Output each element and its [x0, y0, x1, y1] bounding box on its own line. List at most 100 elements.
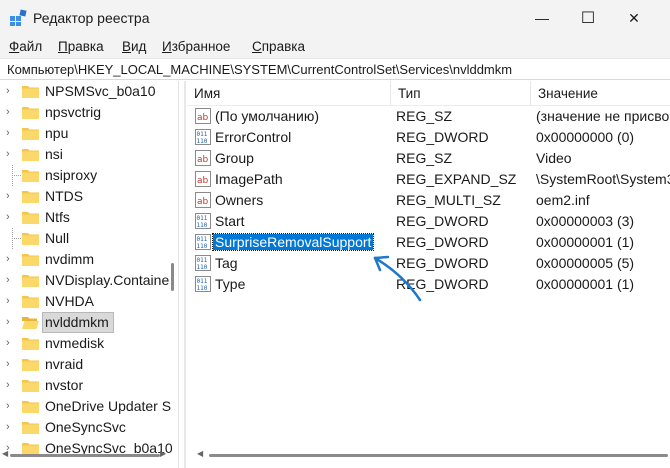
value-row[interactable]: ab Group REG_SZ Video	[187, 148, 670, 169]
scroll-left-icon[interactable]: ◀	[197, 449, 203, 458]
pane-splitter[interactable]	[184, 81, 186, 468]
svg-text:011: 011	[197, 278, 208, 285]
tree-horizontal-scrollbar[interactable]: ◀ ▶	[2, 449, 166, 459]
column-header-type[interactable]: Тип	[391, 81, 531, 105]
folder-icon	[22, 422, 39, 434]
tree-item[interactable]: › NTDS	[0, 186, 178, 207]
address-bar[interactable]: Компьютер\HKEY_LOCAL_MACHINE\SYSTEM\Curr…	[0, 58, 670, 80]
menu-favorites[interactable]: Избранное	[162, 39, 230, 54]
value-type: REG_DWORD	[396, 213, 489, 229]
column-header-name[interactable]: Имя	[187, 81, 391, 105]
folder-icon	[22, 128, 39, 140]
folder-icon	[22, 380, 39, 392]
key-tree[interactable]: › NPSMSvc_b0a10 › npsvctrig › npu › nsi nsip…	[0, 81, 178, 468]
value-data: Video	[536, 150, 572, 166]
scroll-thumb[interactable]	[171, 263, 174, 291]
value-data: \SystemRoot\System3	[536, 171, 670, 187]
value-row[interactable]: 011 110 ErrorControl REG_DWORD 0x00000000…	[187, 127, 670, 148]
menu-file-accel: Ф	[9, 39, 20, 54]
tree-item[interactable]: › NVHDA	[0, 291, 178, 312]
menu-favorites-accel: И	[162, 39, 172, 54]
close-button[interactable]: ✕	[611, 0, 657, 36]
chevron-right-icon[interactable]: ›	[6, 420, 16, 434]
chevron-right-icon[interactable]: ›	[6, 294, 16, 308]
value-row[interactable]: ab ImagePath REG_EXPAND_SZ \SystemRoot\S…	[187, 169, 670, 190]
chevron-right-icon[interactable]: ›	[6, 315, 16, 329]
tree-item[interactable]: › NPSMSvc_b0a10	[0, 81, 178, 102]
menu-edit[interactable]: Правка	[58, 39, 104, 54]
chevron-right-icon[interactable]: ›	[6, 105, 16, 119]
folder-icon	[22, 149, 39, 161]
string-value-icon: ab	[195, 171, 211, 187]
maximize-button[interactable]: ☐	[565, 0, 611, 36]
chevron-right-icon[interactable]: ›	[6, 84, 16, 98]
chevron-right-icon[interactable]: ›	[6, 399, 16, 413]
tree-item-selected[interactable]: › nvlddmkm	[0, 312, 178, 333]
tree-item[interactable]: › nsi	[0, 144, 178, 165]
minimize-button[interactable]: —	[519, 0, 565, 36]
folder-icon	[22, 107, 39, 119]
value-type: REG_DWORD	[396, 129, 489, 145]
value-name: Start	[215, 213, 245, 229]
binary-value-icon: 011110	[195, 213, 211, 229]
menu-help-accel: С	[252, 39, 262, 54]
svg-text:ab: ab	[197, 113, 209, 123]
tree-vertical-scrollbar[interactable]	[166, 81, 178, 468]
tree-item[interactable]: › nvraid	[0, 354, 178, 375]
scroll-thumb[interactable]	[10, 454, 160, 457]
tree-item[interactable]: › Ntfs	[0, 207, 178, 228]
value-data: 0x00000001 (1)	[536, 234, 635, 250]
svg-text:ab: ab	[197, 155, 209, 165]
tree-item[interactable]: › OneSyncSvc	[0, 417, 178, 438]
menu-edit-label: равка	[67, 39, 104, 54]
chevron-right-icon[interactable]: ›	[6, 189, 16, 203]
chevron-right-icon[interactable]: ›	[6, 210, 16, 224]
chevron-right-icon[interactable]: ›	[6, 273, 16, 287]
address-path[interactable]: Компьютер\HKEY_LOCAL_MACHINE\SYSTEM\Curr…	[7, 62, 512, 77]
tree-item[interactable]: Null	[0, 228, 178, 249]
tree-item[interactable]: › npsvctrig	[0, 102, 178, 123]
tree-item-label: nvdimm	[45, 251, 95, 267]
binary-value-icon: 011110	[195, 255, 211, 271]
value-row[interactable]: 011 110 Start REG_DWORD 0x00000003 (3)	[187, 211, 670, 232]
title-bar: Редактор реестра — ☐ ✕	[0, 0, 670, 36]
value-name: ImagePath	[215, 171, 283, 187]
value-data: 0x00000000 (0)	[536, 129, 635, 145]
value-row[interactable]: ab (По умолчанию) REG_SZ (значение не пр…	[187, 106, 670, 127]
tree-item[interactable]: › npu	[0, 123, 178, 144]
tree-item[interactable]: › nvmedisk	[0, 333, 178, 354]
value-data: oem2.inf	[536, 192, 590, 208]
menu-help[interactable]: Справка	[252, 39, 305, 54]
chevron-right-icon[interactable]: ›	[6, 252, 16, 266]
chevron-right-icon[interactable]: ›	[6, 336, 16, 350]
svg-text:ab: ab	[197, 176, 209, 186]
list-horizontal-scrollbar[interactable]: ◀	[187, 449, 670, 459]
tree-item[interactable]: nsiproxy	[0, 165, 178, 186]
tree-item[interactable]: › nvdimm	[0, 249, 178, 270]
tree-item[interactable]: › OneDrive Updater S	[0, 396, 178, 417]
chevron-right-icon[interactable]: ›	[6, 378, 16, 392]
column-header-name-label: Имя	[194, 86, 221, 101]
menu-file[interactable]: Файл	[9, 39, 42, 54]
minimize-icon: —	[535, 10, 549, 26]
tree-item[interactable]: › NVDisplay.Containe	[0, 270, 178, 291]
chevron-right-icon[interactable]: ›	[6, 147, 16, 161]
scroll-thumb[interactable]	[209, 454, 668, 457]
menu-view[interactable]: Вид	[122, 39, 146, 54]
menu-edit-accel: П	[58, 39, 68, 54]
registry-icon	[10, 9, 27, 26]
tree-item-label: Ntfs	[45, 209, 70, 225]
value-row[interactable]: ab Owners REG_MULTI_SZ oem2.inf	[187, 190, 670, 211]
value-type: REG_SZ	[396, 108, 453, 124]
value-type: REG_EXPAND_SZ	[396, 171, 517, 187]
scroll-right-icon[interactable]: ▶	[160, 449, 166, 458]
svg-text:011: 011	[197, 257, 208, 264]
value-name: SurpriseRemovalSupport	[211, 233, 375, 251]
chevron-right-icon[interactable]: ›	[6, 126, 16, 140]
chevron-right-icon[interactable]: ›	[6, 357, 16, 371]
tree-item[interactable]: › nvstor	[0, 375, 178, 396]
svg-text:011: 011	[197, 215, 208, 222]
scroll-left-icon[interactable]: ◀	[2, 449, 8, 458]
column-header-data[interactable]: Значение	[531, 81, 670, 105]
tree-item-label: NPSMSvc_b0a10	[45, 83, 156, 99]
